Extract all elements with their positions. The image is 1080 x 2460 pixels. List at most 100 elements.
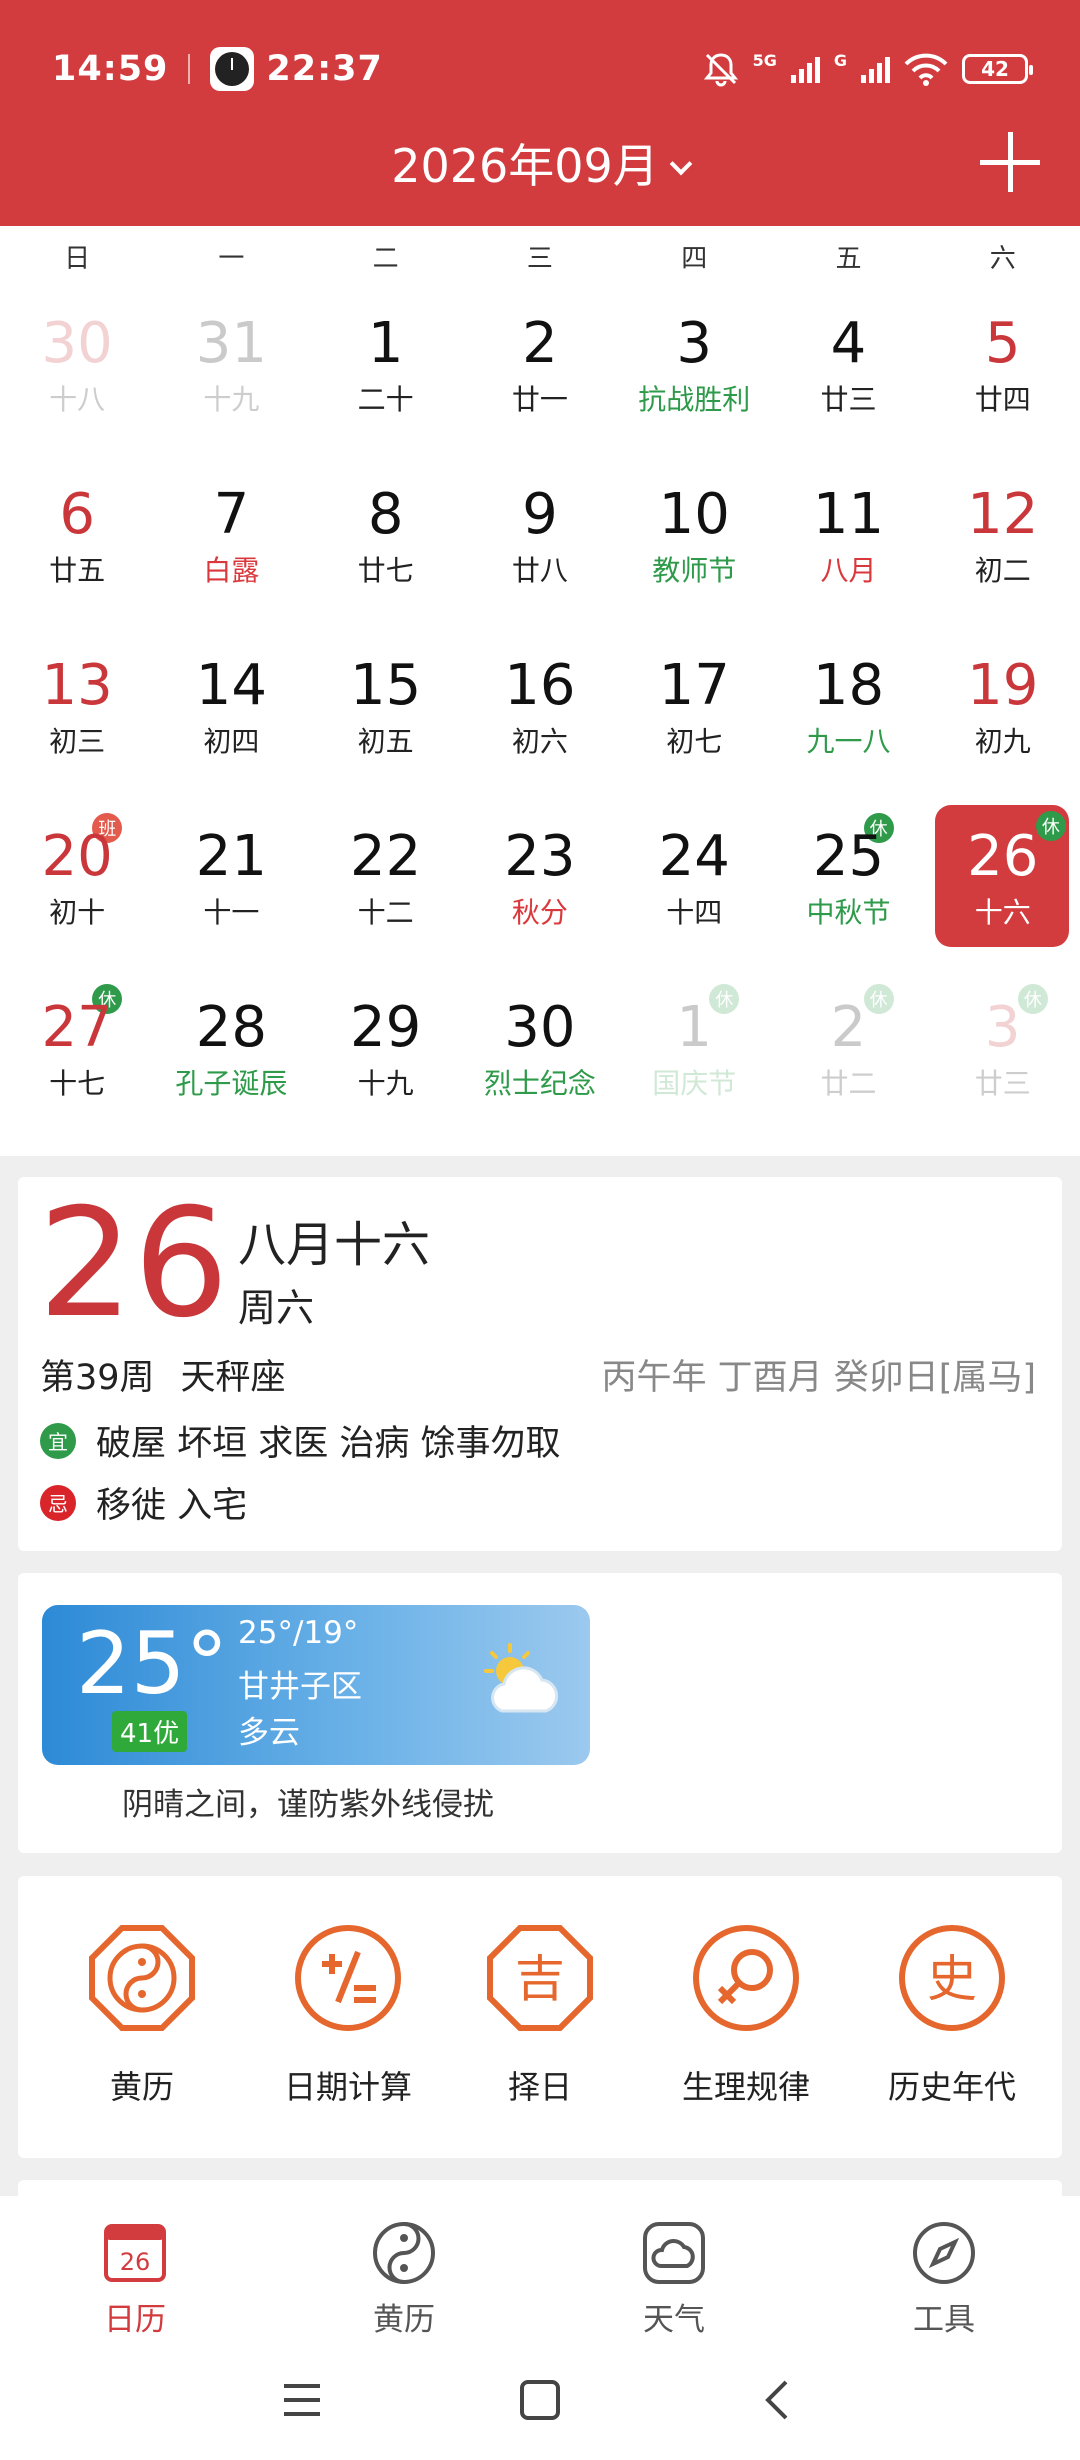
day-cell[interactable]: 12 初二 [926, 457, 1080, 628]
day-cell[interactable]: 10 教师节 [617, 457, 771, 628]
month-calendar: 日 一 二 三 四 五 六 30 十八 31 十九 1 二十 2 廿一 3 抗战胜利 4廿… [0, 226, 1080, 1156]
day-lunar: 国庆节 [652, 1067, 737, 1100]
weather-icon [643, 2222, 705, 2284]
day-lunar: 初七 [666, 725, 723, 758]
tool-zeri[interactable]: 吉 择日 [440, 1922, 640, 2108]
day-cell[interactable]: 6 廿五 [0, 457, 154, 628]
day-cell[interactable]: 24 十四 [617, 799, 771, 970]
day-number: 22 [350, 824, 422, 889]
day-cell[interactable]: 5 廿四 [926, 286, 1080, 457]
weekday-label: 五 [835, 243, 862, 274]
day-cell[interactable]: 14 初四 [154, 628, 308, 799]
day-lunar: 初十 [49, 896, 106, 929]
day-grid: 30 十八 31 十九 1 二十 2 廿一 3 抗战胜利 4 廿三 5 廿四 6 廿五 7 白露 … [0, 286, 1080, 1141]
svg-text:史: 史 [927, 1950, 977, 2008]
day-cell[interactable]: 休 3 廿三 [926, 970, 1080, 1141]
day-lunar: 十八 [49, 383, 106, 416]
weather-card[interactable]: 25° 41优 25°/19° 甘井子区 多云 阴晴之间，谨防紫外线侵扰 [18, 1573, 1062, 1853]
day-cell[interactable]: 23 秋分 [463, 799, 617, 970]
signal-icon [790, 55, 820, 83]
day-lunar: 廿五 [49, 554, 106, 587]
nav-huangli[interactable]: 黄历 [334, 2220, 474, 2339]
mute-bell-icon [703, 53, 738, 87]
weekday-label: 四 [681, 243, 708, 274]
day-cell[interactable]: 3 抗战胜利 [617, 286, 771, 457]
day-number: 9 [522, 482, 558, 547]
nav-weather[interactable]: 天气 [604, 2220, 744, 2339]
day-lunar: 十九 [357, 1067, 414, 1100]
nav-label: 工具 [913, 2302, 975, 2338]
day-cell[interactable]: 9 廿八 [463, 457, 617, 628]
day-detail-card[interactable]: 26 八月十六 周六 第39周 天秤座 丙午年 丁酉月 癸卯日[属马] 宜 破屋… [18, 1177, 1062, 1551]
day-number: 29 [350, 995, 422, 1060]
day-lunar: 廿三 [820, 383, 877, 416]
day-cell[interactable]: 13 初三 [0, 628, 154, 799]
yinyang-icon [89, 1925, 195, 2031]
day-number: 30 [504, 995, 576, 1060]
day-cell[interactable]: 22 十二 [309, 799, 463, 970]
system-navigation-bar [0, 2368, 1080, 2428]
yi-badge: 宜 [40, 1422, 76, 1459]
tool-history[interactable]: 史 历史年代 [852, 1922, 1052, 2108]
calculator-icon [295, 1925, 401, 2031]
day-lunar: 十六 [974, 896, 1031, 929]
day-number: 28 [195, 995, 268, 1060]
day-cell[interactable]: 4 廿三 [771, 286, 925, 457]
day-cell-selected[interactable]: 休 26 十六 [926, 799, 1080, 970]
partly-cloudy-icon [484, 1643, 559, 1713]
tool-label: 历史年代 [887, 2068, 1016, 2106]
svg-text:吉: 吉 [515, 1950, 565, 2008]
day-cell[interactable]: 7 白露 [154, 457, 308, 628]
day-cell[interactable]: 休 2 廿二 [771, 970, 925, 1141]
day-lunar: 十七 [49, 1067, 106, 1100]
day-cell[interactable]: 16 初六 [463, 628, 617, 799]
day-cell[interactable]: 休 27 十七 [0, 970, 154, 1141]
day-number: 6 [59, 482, 95, 547]
day-cell[interactable]: 19 初九 [926, 628, 1080, 799]
day-cell[interactable]: 2 廿一 [463, 286, 617, 457]
month-selector[interactable]: 2026年09月 [0, 130, 1080, 196]
day-lunar: 十一 [203, 896, 260, 929]
day-lunar: 廿一 [511, 383, 568, 416]
day-cell[interactable]: 班 20 初十 [0, 799, 154, 970]
add-button[interactable] [980, 132, 1040, 192]
day-cell[interactable]: 31 十九 [154, 286, 308, 457]
clock-icon [210, 47, 255, 91]
tool-label: 生理规律 [681, 2068, 810, 2106]
chevron-down-icon [669, 152, 693, 176]
network-label-2: G [833, 51, 847, 70]
day-cell[interactable]: 8 廿七 [309, 457, 463, 628]
day-cell[interactable]: 29 十九 [309, 970, 463, 1141]
tool-date-calc[interactable]: 日期计算 [248, 1922, 448, 2108]
weather-condition: 多云 [238, 1715, 300, 1751]
weather-location: 甘井子区 [238, 1669, 362, 1705]
ji-text: 移徙 入宅 [96, 1486, 248, 1526]
home-icon[interactable] [518, 2378, 562, 2422]
weekday-text: 周六 [238, 1286, 315, 1330]
day-cell[interactable]: 21 十一 [154, 799, 308, 970]
menu-icon[interactable] [280, 2380, 324, 2420]
day-cell[interactable]: 18 九一八 [771, 628, 925, 799]
nav-calendar[interactable]: 26 日历 [65, 2220, 205, 2339]
day-number: 31 [195, 311, 268, 376]
day-cell[interactable]: 30 烈士纪念 [463, 970, 617, 1141]
nav-tools[interactable]: 工具 [874, 2220, 1014, 2339]
network-label: 5G [752, 51, 777, 70]
nav-label: 日历 [104, 2302, 166, 2338]
day-lunar: 秋分 [511, 896, 568, 929]
tool-huangli[interactable]: 黄历 [42, 1922, 242, 2108]
day-cell[interactable]: 11 八月 [771, 457, 925, 628]
day-cell[interactable]: 休 1 国庆节 [617, 970, 771, 1141]
day-lunar: 十九 [203, 383, 260, 416]
day-cell[interactable]: 1 二十 [309, 286, 463, 457]
day-cell[interactable]: 17 初七 [617, 628, 771, 799]
tool-physiology[interactable]: 生理规律 [646, 1922, 846, 2108]
day-cell[interactable]: 休 25 中秋节 [771, 799, 925, 970]
day-cell[interactable]: 30 十八 [0, 286, 154, 457]
weather-panel[interactable]: 25° 41优 25°/19° 甘井子区 多云 [42, 1605, 590, 1765]
day-cell[interactable]: 15 初五 [309, 628, 463, 799]
day-number: 3 [984, 995, 1021, 1060]
day-cell[interactable]: 28 孔子诞辰 [154, 970, 308, 1141]
back-icon[interactable] [760, 2378, 796, 2422]
day-number: 4 [830, 311, 867, 376]
